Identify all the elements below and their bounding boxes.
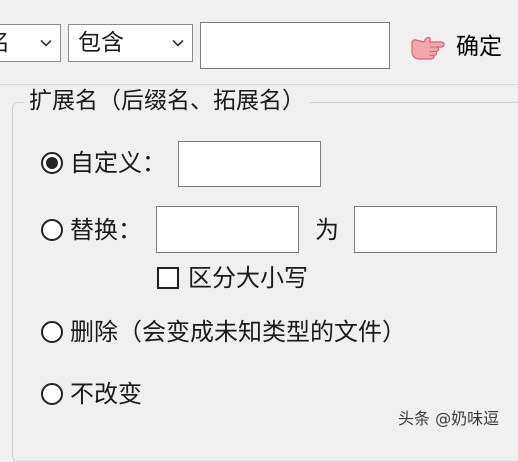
custom-radio[interactable] [41, 152, 63, 174]
filter-toolbar: 名 包含 确定 [0, 0, 518, 88]
ok-button[interactable]: 确定 [404, 22, 512, 70]
pointing-hand-icon [411, 36, 445, 60]
ok-button-label: 确定 [456, 33, 502, 59]
condition-select-value: 包含 [78, 30, 124, 56]
replace-label[interactable]: 替换： [70, 214, 142, 246]
replace-from-input[interactable] [156, 206, 299, 253]
no-change-radio[interactable] [41, 383, 63, 405]
condition-select[interactable]: 包含 [68, 24, 193, 62]
delete-label[interactable]: 删除（会变成未知类型的文件） [70, 316, 406, 348]
toolbar-divider [0, 84, 518, 85]
chevron-down-icon [40, 39, 52, 47]
keyword-input[interactable] [200, 22, 390, 69]
case-sensitive-label[interactable]: 区分大小写 [188, 262, 308, 294]
field-select-value: 名 [0, 25, 10, 61]
no-change-label[interactable]: 不改变 [70, 378, 142, 410]
custom-label[interactable]: 自定义： [70, 147, 166, 179]
replace-radio[interactable] [41, 219, 63, 241]
field-select[interactable]: 名 [0, 24, 61, 62]
replace-to-label: 为 [315, 216, 339, 244]
case-sensitive-checkbox[interactable] [157, 267, 179, 289]
chevron-down-icon [172, 39, 184, 47]
custom-extension-input[interactable] [178, 141, 321, 187]
watermark: 头条 @奶味逗 [398, 409, 500, 428]
replace-to-input[interactable] [354, 206, 497, 253]
delete-radio[interactable] [41, 321, 63, 343]
extension-group-title: 扩展名（后缀名、拓展名） [24, 86, 310, 116]
